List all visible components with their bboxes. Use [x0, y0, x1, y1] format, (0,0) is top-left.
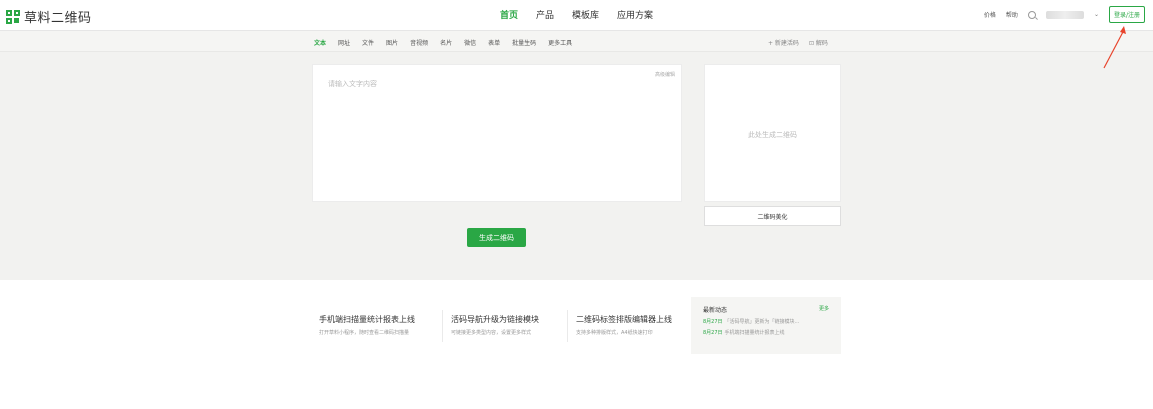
- header-right: 价格 帮助 ⌄ 登录/注册: [984, 6, 1145, 23]
- news-item[interactable]: 手机端扫描量统计报表上线 打开草料小程序，随时查看二维码扫描量: [319, 314, 415, 336]
- user-account-blurred[interactable]: [1045, 10, 1084, 19]
- new-live-code-link[interactable]: + 新建活码: [768, 38, 799, 47]
- brand-name: 草料二维码: [24, 11, 92, 26]
- news-title[interactable]: 活码导航升级为链接模块: [451, 314, 539, 325]
- beautify-qr-button[interactable]: 二维码美化: [704, 206, 841, 226]
- qr-logo-icon: [6, 9, 20, 24]
- tab-business-card[interactable]: 名片: [440, 38, 452, 47]
- qr-preview: 此处生成二维码: [704, 64, 841, 202]
- text-input-area[interactable]: 请输入文字内容 高级编辑: [312, 64, 682, 202]
- news-desc: 打开草料小程序，随时查看二维码扫描量: [319, 330, 410, 336]
- annotation-arrow-icon: [1103, 26, 1126, 69]
- update-row[interactable]: 8月27日 手机端扫描量统计报表上线: [703, 329, 829, 336]
- sub-nav: 文本 网址 文件 图片 音视频 名片 微信 表单 批量生码 更多工具 + 新建活…: [0, 31, 1153, 54]
- nav-home[interactable]: 首页: [500, 8, 518, 21]
- help-link[interactable]: 帮助: [1006, 10, 1018, 19]
- tab-form[interactable]: 表单: [488, 38, 500, 47]
- news-item[interactable]: 活码导航升级为链接模块 可链接更多类型内容，设置更多样式: [451, 314, 539, 336]
- update-text: 「活码导航」更新为「链接模块...: [724, 319, 800, 325]
- advanced-edit-link[interactable]: 高级编辑: [655, 71, 675, 78]
- text-input-placeholder: 请输入文字内容: [328, 80, 377, 88]
- tab-more-tools[interactable]: 更多工具: [548, 38, 572, 47]
- qr-preview-placeholder: 此处生成二维码: [748, 131, 797, 139]
- news-title[interactable]: 二维码标签排版编辑器上线: [576, 314, 672, 325]
- nav-templates[interactable]: 模板库: [572, 8, 599, 21]
- update-row[interactable]: 8月27日 「活码导航」更新为「链接模块...: [703, 318, 829, 325]
- update-text: 手机端扫描量统计报表上线: [724, 330, 785, 336]
- tab-url[interactable]: 网址: [338, 38, 350, 47]
- tab-wechat[interactable]: 微信: [464, 38, 476, 47]
- login-button[interactable]: 登录/注册: [1108, 6, 1145, 23]
- news-desc: 支持多种排版样式，A4纸快速打印: [576, 330, 653, 336]
- tab-batch[interactable]: 批量生码: [512, 38, 536, 47]
- chevron-down-icon[interactable]: ⌄: [1094, 11, 1099, 18]
- search-icon[interactable]: [1027, 10, 1036, 19]
- sub-nav-actions: + 新建活码 ⊡ 解码: [768, 38, 828, 47]
- tab-text[interactable]: 文本: [311, 38, 329, 54]
- updates-more-link[interactable]: 更多: [819, 305, 829, 314]
- generate-qr-button[interactable]: 生成二维码: [467, 228, 526, 247]
- updates-heading: 最新动态: [703, 307, 728, 314]
- nav-solutions[interactable]: 应用方案: [617, 8, 653, 21]
- workspace: 请输入文字内容 高级编辑 生成二维码 此处生成二维码 二维码美化: [0, 52, 1153, 280]
- main-nav: 首页 产品 模板库 应用方案: [500, 8, 653, 21]
- tab-file[interactable]: 文件: [362, 38, 374, 47]
- code-type-tabs: 文本 网址 文件 图片 音视频 名片 微信 表单 批量生码 更多工具: [311, 38, 572, 54]
- update-date: 8月27日: [703, 330, 723, 336]
- news-desc: 可链接更多类型内容，设置更多样式: [451, 330, 532, 336]
- top-header: 草料二维码 首页 产品 模板库 应用方案 价格 帮助 ⌄ 登录/注册: [0, 0, 1153, 31]
- news-title[interactable]: 手机端扫描量统计报表上线: [319, 314, 415, 325]
- update-date: 8月27日: [703, 319, 723, 325]
- divider: [442, 310, 443, 342]
- updates-header: 最新动态 更多: [703, 305, 829, 314]
- decode-link[interactable]: ⊡ 解码: [809, 38, 828, 47]
- divider: [567, 310, 568, 342]
- news-item[interactable]: 二维码标签排版编辑器上线 支持多种排版样式，A4纸快速打印: [576, 314, 672, 336]
- tab-audio-video[interactable]: 音视频: [410, 38, 428, 47]
- tab-image[interactable]: 图片: [386, 38, 398, 47]
- nav-products[interactable]: 产品: [536, 8, 554, 21]
- latest-updates-panel: 最新动态 更多 8月27日 「活码导航」更新为「链接模块... 8月27日 手机端扫…: [691, 297, 841, 354]
- price-link[interactable]: 价格: [984, 10, 996, 19]
- logo[interactable]: 草料二维码: [6, 7, 92, 26]
